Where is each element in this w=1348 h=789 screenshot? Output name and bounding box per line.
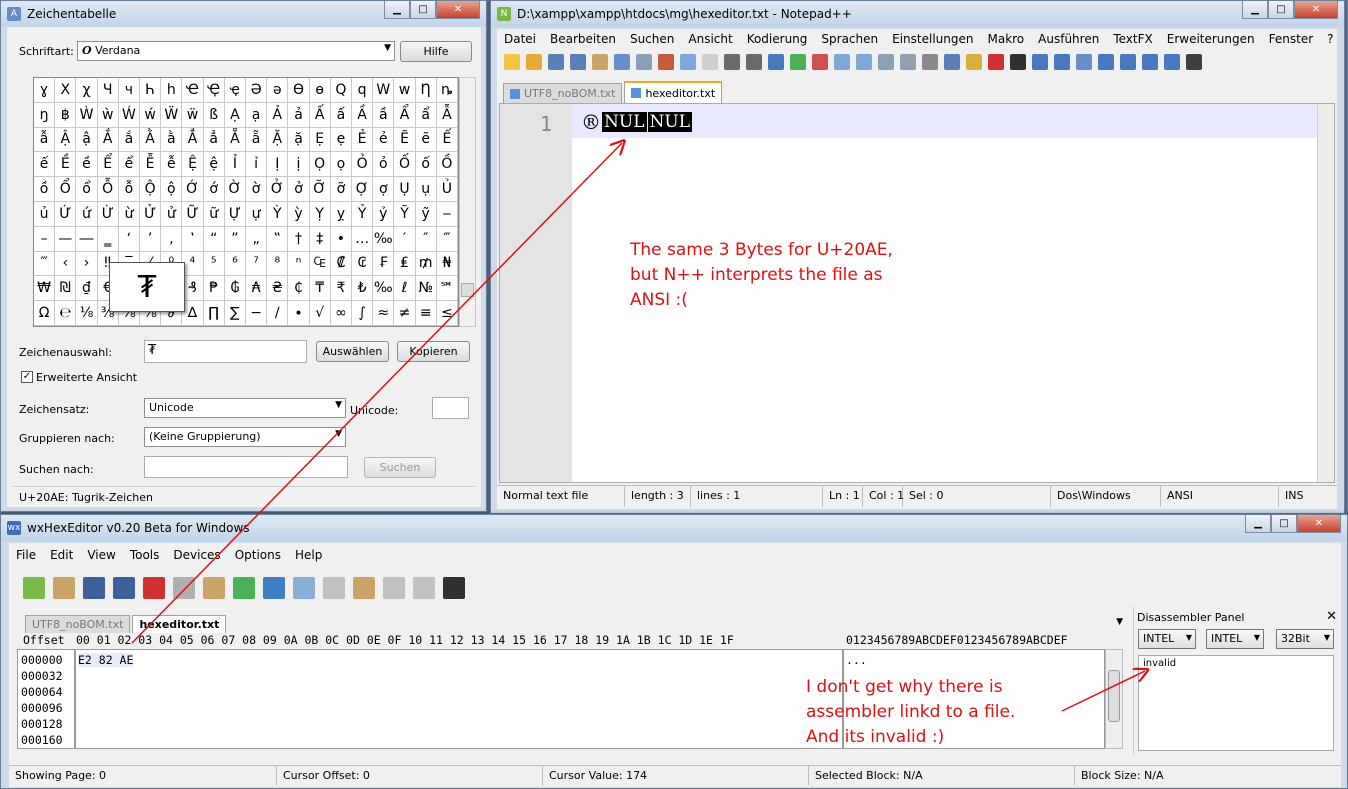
arrow-to-disasm xyxy=(1061,671,1145,712)
annotation-arrows xyxy=(131,0,1348,712)
arrow-to-npp xyxy=(131,143,622,644)
